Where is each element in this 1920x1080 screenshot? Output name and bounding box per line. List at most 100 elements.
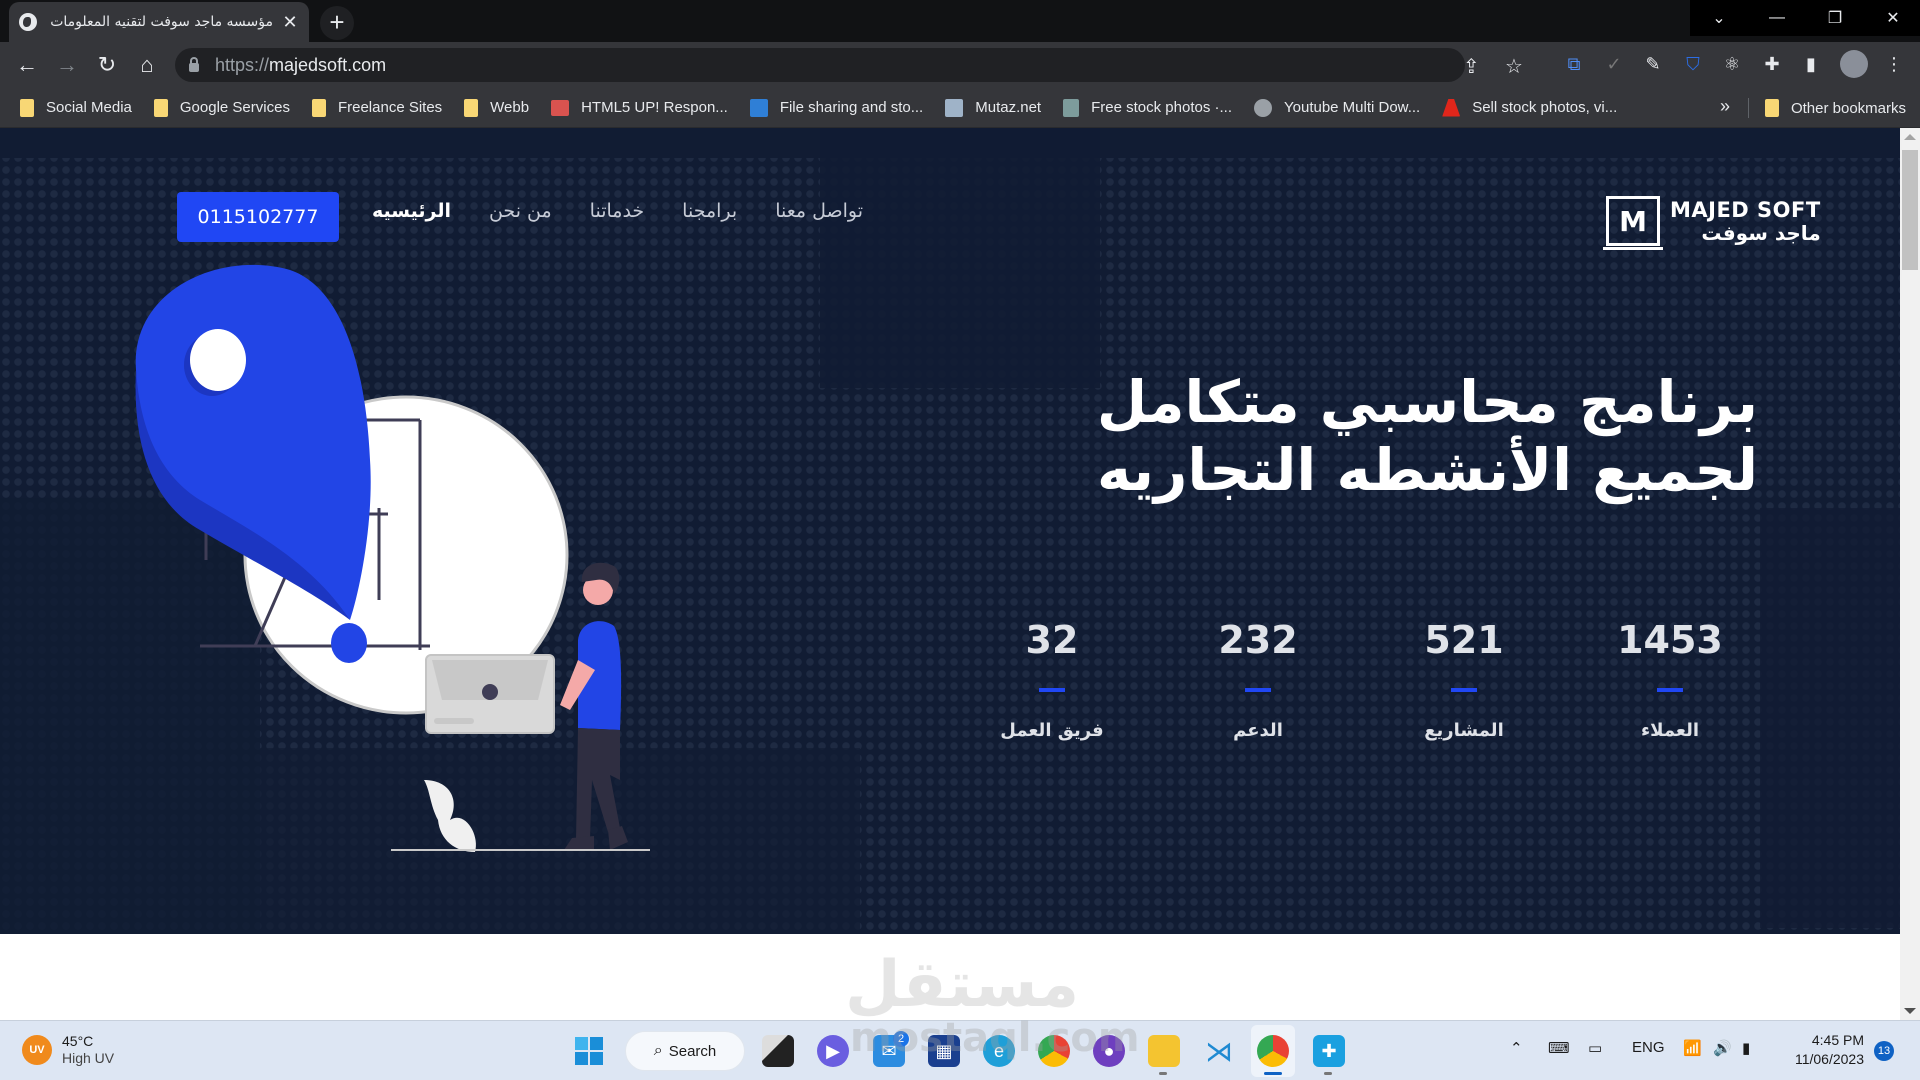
- folder-icon: [311, 98, 326, 117]
- start-button[interactable]: [575, 1037, 603, 1065]
- profile-avatar[interactable]: [1840, 50, 1868, 78]
- keyboard-icon[interactable]: ⌨: [1548, 1039, 1570, 1057]
- site-logo[interactable]: M MAJED SOFT ماجد سوفت: [1603, 196, 1821, 250]
- volume-icon[interactable]: 🔊: [1713, 1039, 1732, 1057]
- store-icon[interactable]: ▦: [928, 1035, 960, 1067]
- language-indicator[interactable]: ENG: [1632, 1039, 1665, 1056]
- folder-icon: [1764, 99, 1779, 117]
- search-label: Search: [668, 1042, 717, 1060]
- page-scrollbar[interactable]: [1900, 128, 1920, 1020]
- url-text: https://majedsoft.com: [215, 54, 387, 75]
- tab-title: مؤسسه ماجد سوفت لتقنيه المعلومات: [50, 14, 273, 30]
- person-illustration: [560, 562, 628, 850]
- close-window-button[interactable]: ✕: [1864, 0, 1920, 36]
- dev-extension-icon[interactable]: ✓: [1602, 52, 1626, 76]
- nav-home[interactable]: الرئيسيه: [372, 200, 451, 222]
- back-button[interactable]: ←: [12, 50, 42, 80]
- hero-section: M MAJED SOFT ماجد سوفت الرئيسيه من نحن خ…: [0, 128, 1900, 934]
- clock-time: 4:45 PM: [1811, 1032, 1864, 1048]
- stat-label: الدعم: [1233, 720, 1283, 741]
- bookmark-item[interactable]: Mutaz.net: [945, 98, 1041, 117]
- uv-icon: UV: [22, 1035, 52, 1065]
- nav-contact[interactable]: تواصل معنا: [775, 200, 863, 222]
- nav-programs[interactable]: برامجنا: [682, 200, 737, 222]
- bookmark-item[interactable]: Google Services: [153, 98, 290, 117]
- scroll-down-arrow[interactable]: [1904, 1008, 1916, 1014]
- bookmarks-divider: [1748, 98, 1749, 118]
- lock-icon[interactable]: [189, 57, 199, 72]
- touchpad-icon[interactable]: ▭: [1588, 1039, 1602, 1057]
- taskbar-search[interactable]: ⌕ Search: [625, 1031, 745, 1071]
- browser-tab[interactable]: مؤسسه ماجد سوفت لتقنيه المعلومات ✕: [9, 2, 309, 42]
- stats-row: 1453 العملاء 521 المشاريع 232 الدعم 32 ف…: [960, 618, 1740, 741]
- stat-label: فريق العمل: [1000, 720, 1104, 741]
- vscode-icon[interactable]: ⋊: [1203, 1035, 1235, 1067]
- share-icon[interactable]: ⇪: [1463, 54, 1480, 79]
- hero-title-line-1: برنامج محاسبي متكامل: [1096, 368, 1758, 436]
- restore-button[interactable]: ❐: [1806, 0, 1864, 36]
- bookmark-item[interactable]: Sell stock photos, vi...: [1442, 98, 1617, 117]
- bookmark-item[interactable]: HTML5 UP! Respon...: [551, 99, 728, 116]
- pexels-icon: [1063, 98, 1080, 117]
- weather-widget[interactable]: UV 45°C High UV: [22, 1033, 114, 1067]
- forward-button[interactable]: →: [52, 50, 82, 80]
- stat-label: العملاء: [1640, 720, 1700, 741]
- tab-search-chevron-icon[interactable]: ⌄: [1690, 0, 1748, 36]
- scroll-up-arrow[interactable]: [1904, 134, 1916, 140]
- color-picker-extension-icon[interactable]: ✎: [1641, 52, 1665, 76]
- shield-extension-icon[interactable]: ⛉: [1681, 52, 1705, 76]
- logo-text-ar: ماجد سوفت: [1701, 220, 1821, 245]
- bookmark-item[interactable]: Social Media: [20, 98, 132, 117]
- bookmark-item[interactable]: File sharing and sto...: [749, 98, 923, 117]
- scroll-thumb[interactable]: [1902, 150, 1918, 270]
- nav-services[interactable]: خدماتنا: [590, 200, 645, 222]
- phone-button[interactable]: 0115102777: [177, 192, 339, 242]
- browser-toolbar: ← → ↻ ⌂ https://majedsoft.com ⇪ ☆: [0, 42, 1920, 88]
- search-icon: ⌕: [653, 1042, 663, 1059]
- globe-icon: [19, 13, 37, 31]
- side-panel-icon[interactable]: ▮: [1799, 52, 1823, 76]
- battery-icon[interactable]: ▮: [1742, 1039, 1750, 1057]
- nav-about[interactable]: من نحن: [489, 200, 552, 222]
- new-tab-button[interactable]: +: [320, 6, 354, 40]
- github-desktop-icon[interactable]: ●: [1093, 1035, 1125, 1067]
- close-tab-icon[interactable]: ✕: [281, 12, 299, 33]
- minimize-button[interactable]: —: [1748, 0, 1806, 36]
- task-view-icon[interactable]: [762, 1035, 794, 1067]
- stat-underline: [1039, 688, 1065, 692]
- bookmark-item[interactable]: Freelance Sites: [311, 98, 442, 117]
- stat-support: 232 الدعم: [1158, 618, 1358, 741]
- weather-temp: 45°C: [62, 1033, 94, 1049]
- stat-underline: [1657, 688, 1683, 692]
- react-devtools-icon[interactable]: ⚛: [1720, 52, 1744, 76]
- adobe-icon: [1442, 98, 1461, 117]
- more-bookmarks-chevron[interactable]: »: [1720, 96, 1730, 117]
- address-bar[interactable]: https://majedsoft.com ⇪ ☆: [175, 48, 1523, 82]
- folder-icon: [153, 98, 168, 117]
- stat-label: المشاريع: [1424, 720, 1504, 741]
- meet-icon[interactable]: ▶: [817, 1035, 849, 1067]
- bookmark-item[interactable]: Youtube Multi Dow...: [1254, 98, 1420, 117]
- toolbox-icon[interactable]: ✚: [1313, 1035, 1345, 1067]
- wifi-icon[interactable]: 📶: [1683, 1039, 1702, 1057]
- logo-mark: M: [1603, 196, 1663, 250]
- other-bookmarks[interactable]: Other bookmarks: [1764, 88, 1906, 128]
- home-button[interactable]: ⌂: [132, 50, 162, 80]
- notification-badge[interactable]: 13: [1874, 1041, 1894, 1061]
- bookmark-item[interactable]: Free stock photos ·...: [1063, 98, 1232, 117]
- edge-icon[interactable]: e: [983, 1035, 1015, 1067]
- extensions-puzzle-icon[interactable]: ✚: [1760, 52, 1784, 76]
- html5up-icon: [551, 99, 570, 116]
- menu-kebab-icon[interactable]: ⋮: [1882, 52, 1906, 76]
- chrome-profile-icon[interactable]: [1038, 1035, 1070, 1067]
- reload-button[interactable]: ↻: [92, 50, 122, 80]
- translate-extension-icon[interactable]: ⧉: [1562, 52, 1586, 76]
- chrome-icon[interactable]: [1257, 1035, 1289, 1067]
- file-explorer-icon[interactable]: [1148, 1035, 1180, 1067]
- show-hidden-icons-chevron[interactable]: ⌃: [1510, 1039, 1523, 1057]
- clock[interactable]: 4:45 PM 11/06/2023: [1780, 1031, 1864, 1069]
- bookmark-star-icon[interactable]: ☆: [1505, 54, 1523, 79]
- stat-value: 1453: [1617, 618, 1723, 662]
- bookmark-item[interactable]: Webb: [464, 98, 529, 117]
- folder-icon: [20, 98, 34, 117]
